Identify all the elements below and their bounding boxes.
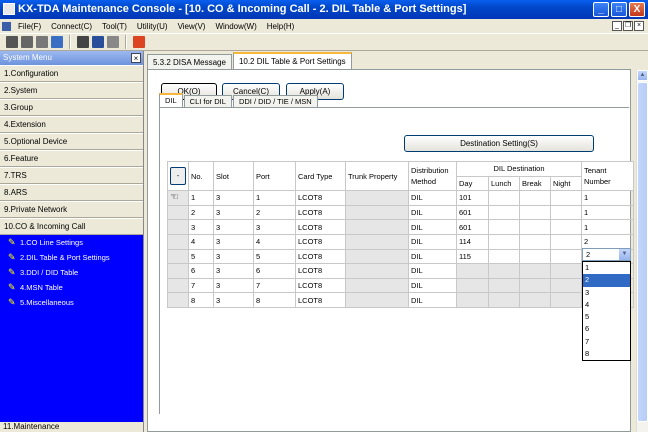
menu-connect[interactable]: Connect(C) <box>46 22 97 31</box>
menu-bar: File(F) Connect(C) Tool(T) Utility(U) Vi… <box>0 19 648 33</box>
wrench-icon: ✎ <box>8 282 16 292</box>
minus-button[interactable]: - <box>170 167 186 186</box>
vertical-scrollbar[interactable]: ▲ <box>636 70 648 432</box>
toolbar <box>0 33 648 51</box>
minimize-button[interactable]: _ <box>593 2 609 17</box>
table-row[interactable]: 4 3 4 LCOT8 DIL 114 2 <box>167 233 634 250</box>
table-row[interactable]: 5 3 5 LCOT8 DIL 115 <box>167 248 634 265</box>
sidebar-item-maintenance[interactable]: 11.Maintenance <box>0 422 143 432</box>
tenant-number-select[interactable]: 2 ▼ <box>582 248 631 261</box>
table-row[interactable]: 2 3 2 LCOT8 DIL 601 1 <box>167 204 634 221</box>
option-5[interactable]: 5 <box>583 311 630 323</box>
table-row[interactable]: 8 3 8 LCOT8 DIL <box>167 292 634 308</box>
table-row[interactable]: 6 3 6 LCOT8 DIL <box>167 263 634 279</box>
window-title: KX-TDA Maintenance Console - [10. CO & I… <box>18 3 467 15</box>
dil-table: - No. Slot Port Card Type Trunk Property… <box>167 160 634 308</box>
tab-dil[interactable]: DIL <box>159 93 183 108</box>
sidebar-subitem-dil-table[interactable]: ✎ 2.DIL Table & Port Settings <box>0 250 143 265</box>
export-icon[interactable] <box>107 36 119 48</box>
menu-help[interactable]: Help(H) <box>262 22 300 31</box>
option-2[interactable]: 2 <box>583 274 630 287</box>
sidebar-subitem-co-line-settings[interactable]: ✎ 1.CO Line Settings <box>0 235 143 250</box>
tenant-number-options: 1 2 3 4 5 6 7 8 <box>582 261 631 361</box>
sidebar-subitem-msn-table[interactable]: ✎ 4.MSN Table <box>0 280 143 295</box>
menu-window[interactable]: Window(W) <box>210 22 261 31</box>
header-port: Port <box>253 160 296 192</box>
menu-utility[interactable]: Utility(U) <box>132 22 173 31</box>
option-3[interactable]: 3 <box>583 287 630 299</box>
sidebar-subitem-ddi-did-table[interactable]: ✎ 3.DDI / DID Table <box>0 265 143 280</box>
wrench-icon: ✎ <box>8 237 16 247</box>
sidebar-item-system[interactable]: 2.System <box>0 82 143 99</box>
header-lunch: Lunch <box>488 175 520 192</box>
app-icon <box>3 3 15 15</box>
option-8[interactable]: 8 <box>583 348 630 360</box>
sidebar-header: System Menu × <box>0 51 143 65</box>
chevron-down-icon[interactable]: ▼ <box>619 249 630 260</box>
menu-view[interactable]: View(V) <box>173 22 211 31</box>
pointer-icon: ☜ <box>170 192 179 204</box>
close-button[interactable]: X <box>629 2 645 17</box>
header-break: Break <box>519 175 551 192</box>
scroll-thumb[interactable] <box>637 82 648 422</box>
destination-setting-button[interactable]: Destination Setting(S) <box>404 135 594 152</box>
table-row[interactable]: 7 3 7 LCOT8 DIL <box>167 277 634 294</box>
document-icon <box>2 21 11 31</box>
title-bar: KX-TDA Maintenance Console - [10. CO & I… <box>0 0 648 19</box>
menu-file[interactable]: File(F) <box>13 22 46 31</box>
tab-dil-table[interactable]: 10.2 DIL Table & Port Settings <box>232 52 352 70</box>
header-dil-destination: DIL Destination <box>456 161 582 177</box>
header-card-type: Card Type <box>295 160 346 192</box>
option-1[interactable]: 1 <box>583 262 630 274</box>
option-7[interactable]: 7 <box>583 336 630 348</box>
header-slot: Slot <box>213 160 254 192</box>
save-icon[interactable] <box>36 36 48 48</box>
table-row[interactable]: 3 3 3 LCOT8 DIL 601 1 <box>167 219 634 235</box>
sidebar-item-group[interactable]: 3.Group <box>0 99 143 116</box>
mdi-minimize-button[interactable]: _ <box>612 21 622 31</box>
maximize-button[interactable]: □ <box>611 2 627 17</box>
refresh-icon[interactable] <box>51 36 63 48</box>
sidebar-item-extension[interactable]: 4.Extension <box>0 116 143 133</box>
tab-disa-message[interactable]: 5.3.2 DISA Message <box>147 54 232 70</box>
main-area: 5.3.2 DISA Message 10.2 DIL Table & Port… <box>145 51 648 432</box>
wrench-icon: ✎ <box>8 297 16 307</box>
sidebar-subitem-miscellaneous[interactable]: ✎ 5.Miscellaneous <box>0 295 143 310</box>
sidebar-title: System Menu <box>3 53 52 62</box>
sidebar-item-co-incoming-call[interactable]: 10.CO & Incoming Call <box>0 218 143 235</box>
sidebar-item-feature[interactable]: 6.Feature <box>0 150 143 167</box>
header-trunk-property: Trunk Property <box>345 160 409 192</box>
user-icon[interactable] <box>92 36 104 48</box>
print-icon[interactable] <box>77 36 89 48</box>
mdi-close-button[interactable]: × <box>634 21 644 31</box>
menu-tool[interactable]: Tool(T) <box>97 22 132 31</box>
sidebar-item-optional-device[interactable]: 5.Optional Device <box>0 133 143 150</box>
sidebar-item-trs[interactable]: 7.TRS <box>0 167 143 184</box>
sidebar-item-configuration[interactable]: 1.Configuration <box>0 65 143 82</box>
close-icon[interactable]: × <box>131 53 141 63</box>
help-icon[interactable] <box>133 36 145 48</box>
wrench-icon: ✎ <box>8 267 16 277</box>
disconnect-icon[interactable] <box>21 36 33 48</box>
header-distribution-method: Distribution Method <box>408 160 457 192</box>
header-day: Day <box>456 175 489 192</box>
option-4[interactable]: 4 <box>583 299 630 311</box>
option-6[interactable]: 6 <box>583 323 630 335</box>
wrench-icon: ✎ <box>8 252 16 262</box>
sidebar-item-ars[interactable]: 8.ARS <box>0 184 143 201</box>
connect-icon[interactable] <box>6 36 18 48</box>
header-tenant-number: Tenant Number <box>581 160 634 192</box>
mdi-restore-button[interactable]: ❐ <box>623 21 633 31</box>
table-row[interactable]: ☜ 1 3 1 LCOT8 DIL 101 1 <box>167 190 634 206</box>
system-menu-sidebar: System Menu × 1.Configuration 2.System 3… <box>0 51 144 432</box>
header-no: No. <box>188 160 214 192</box>
scroll-up-icon[interactable]: ▲ <box>637 70 648 81</box>
sidebar-item-private-network[interactable]: 9.Private Network <box>0 201 143 218</box>
header-night: Night <box>550 175 582 192</box>
